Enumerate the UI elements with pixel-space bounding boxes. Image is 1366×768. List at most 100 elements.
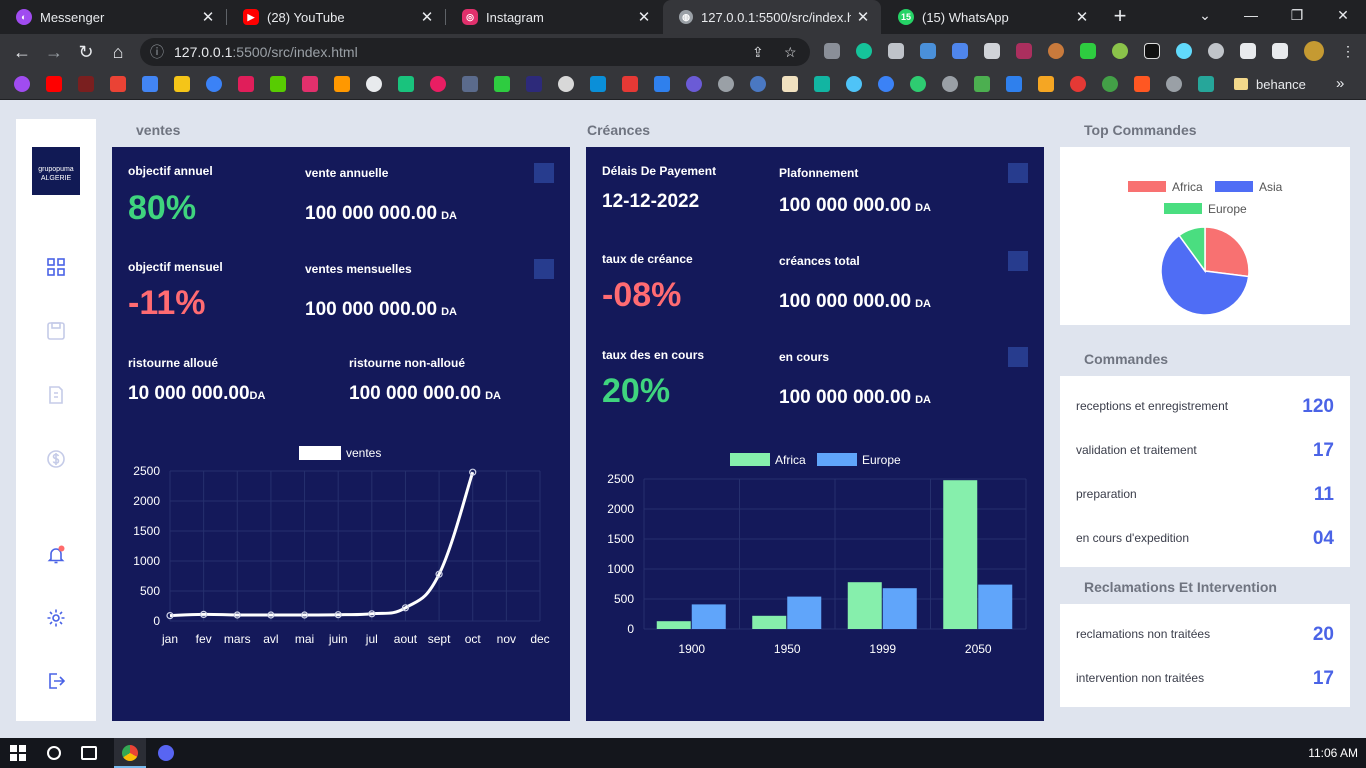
objectif-mensuel-value: -11% (128, 284, 206, 322)
more-bookmarks-icon[interactable]: » (1336, 68, 1344, 100)
bar (752, 615, 787, 629)
back-arrow-icon[interactable]: ← (8, 38, 36, 66)
download-icon[interactable] (1006, 76, 1022, 92)
extension-icon[interactable] (1048, 43, 1064, 59)
extension-icon[interactable] (1208, 43, 1224, 59)
tab-messenger[interactable]: ◐ Messenger ✕ (0, 0, 226, 34)
bookmark-icon[interactable] (1134, 76, 1150, 92)
discord-icon[interactable] (158, 745, 174, 761)
bookmark-icon[interactable] (1102, 76, 1118, 92)
translate-icon[interactable] (142, 76, 158, 92)
extension-icon[interactable] (824, 43, 840, 59)
save-icon[interactable] (46, 321, 66, 341)
y-tick-label: 1000 (133, 554, 160, 568)
bookmark-icon[interactable] (590, 76, 606, 92)
menu-kebab-icon[interactable]: ⋮ (1340, 43, 1356, 59)
task-view-icon[interactable] (81, 746, 97, 760)
bookmark-icon[interactable] (78, 76, 94, 92)
close-icon[interactable]: ✕ (415, 8, 439, 26)
messenger-icon[interactable] (14, 76, 30, 92)
bookmark-folder-behance[interactable]: behance (1234, 68, 1306, 100)
bookmark-icon[interactable] (782, 76, 798, 92)
dollar-icon[interactable] (46, 449, 66, 469)
close-icon[interactable]: ✕ (1070, 8, 1094, 26)
tab-youtube[interactable]: ▶ (28) YouTube ✕ (227, 0, 445, 34)
youtube-icon[interactable] (46, 76, 62, 92)
dashboard-grid-icon[interactable] (46, 257, 66, 277)
whatsapp-icon: 15 (898, 9, 914, 25)
bookmark-icon[interactable] (334, 76, 350, 92)
info-icon[interactable]: ⓘ (150, 38, 164, 66)
bookmark-icon[interactable] (750, 76, 766, 92)
bookmark-icon[interactable] (846, 76, 862, 92)
close-window-button[interactable]: ✕ (1320, 0, 1366, 34)
extension-icon[interactable] (1176, 43, 1192, 59)
extension-icon[interactable] (856, 43, 872, 59)
minimize-button[interactable]: — (1228, 0, 1274, 34)
bookmark-icon[interactable] (494, 76, 510, 92)
avatar[interactable] (1304, 41, 1324, 61)
download-icon[interactable] (974, 76, 990, 92)
list-item-label: validation et traitement (1076, 443, 1197, 457)
windows-start-icon[interactable] (10, 745, 26, 761)
extension-icon[interactable] (984, 43, 1000, 59)
bookmark-icon[interactable] (622, 76, 638, 92)
puzzle-icon[interactable] (1240, 43, 1256, 59)
extension-icon[interactable] (952, 43, 968, 59)
bookmark-icon[interactable] (430, 76, 446, 92)
new-tab-button[interactable]: + (1108, 4, 1132, 28)
duolingo-icon[interactable] (270, 76, 286, 92)
tab-instagram[interactable]: ◎ Instagram ✕ (446, 0, 662, 34)
close-icon[interactable]: ✕ (196, 8, 220, 26)
bookmark-icon[interactable] (558, 76, 574, 92)
bookmark-icon[interactable] (1198, 76, 1214, 92)
bookmark-icon[interactable] (174, 76, 190, 92)
globe-icon[interactable] (942, 76, 958, 92)
extension-icon[interactable] (1080, 43, 1096, 59)
invoice-icon[interactable] (46, 385, 66, 405)
slack-icon[interactable] (238, 76, 254, 92)
bookmark-star-icon[interactable]: ☆ (784, 38, 797, 66)
forward-arrow-icon[interactable]: → (40, 38, 68, 66)
chrome-taskbar-button[interactable] (114, 738, 146, 768)
top-commandes-pie-chart: Africa Asia Europe (1128, 180, 1283, 316)
bookmark-icon[interactable] (814, 76, 830, 92)
bookmark-icon[interactable] (398, 76, 414, 92)
sidepanel-icon[interactable] (1272, 43, 1288, 59)
list-item-label: reclamations non traitées (1076, 627, 1211, 641)
tab-whatsapp[interactable]: 15 (15) WhatsApp ✕ (882, 0, 1100, 34)
tab-search-button[interactable]: ⌄ (1182, 0, 1228, 34)
extension-icon[interactable] (1112, 43, 1128, 59)
gmail-icon[interactable] (110, 76, 126, 92)
extension-icon[interactable] (1144, 43, 1160, 59)
search-circle-icon[interactable] (47, 746, 61, 760)
close-icon[interactable]: ✕ (851, 8, 875, 26)
home-icon[interactable]: ⌂ (104, 38, 132, 66)
extension-icon[interactable] (888, 43, 904, 59)
bell-icon[interactable] (46, 545, 66, 565)
maximize-button[interactable]: ❐ (1274, 0, 1320, 34)
extension-icon[interactable] (920, 43, 936, 59)
instagram-icon[interactable] (302, 76, 318, 92)
extension-icon[interactable] (1016, 43, 1032, 59)
gear-icon[interactable] (46, 608, 66, 628)
reload-icon[interactable]: ↻ (72, 38, 100, 66)
bookmark-icon[interactable] (462, 76, 478, 92)
bookmark-icon[interactable] (1038, 76, 1054, 92)
bookmark-icon[interactable] (526, 76, 542, 92)
close-icon[interactable]: ✕ (632, 8, 656, 26)
globe-icon[interactable] (1166, 76, 1182, 92)
share-icon[interactable]: ⇪ (752, 38, 764, 66)
github-icon[interactable] (366, 76, 382, 92)
bookmark-icon[interactable] (718, 76, 734, 92)
bookmark-icon[interactable] (686, 76, 702, 92)
bookmark-icon[interactable] (206, 76, 222, 92)
logout-icon[interactable] (46, 671, 66, 691)
objectif-annuel-value: 80% (128, 189, 197, 227)
bookmark-icon[interactable] (1070, 76, 1086, 92)
tab-localhost[interactable]: ◍ 127.0.0.1:5500/src/index.html ✕ (663, 0, 881, 34)
address-bar[interactable]: ⓘ 127.0.0.1:5500/src/index.html ⇪ ☆ (140, 38, 810, 66)
bookmark-icon[interactable] (910, 76, 926, 92)
bookmark-icon[interactable] (878, 76, 894, 92)
bookmark-icon[interactable] (654, 76, 670, 92)
